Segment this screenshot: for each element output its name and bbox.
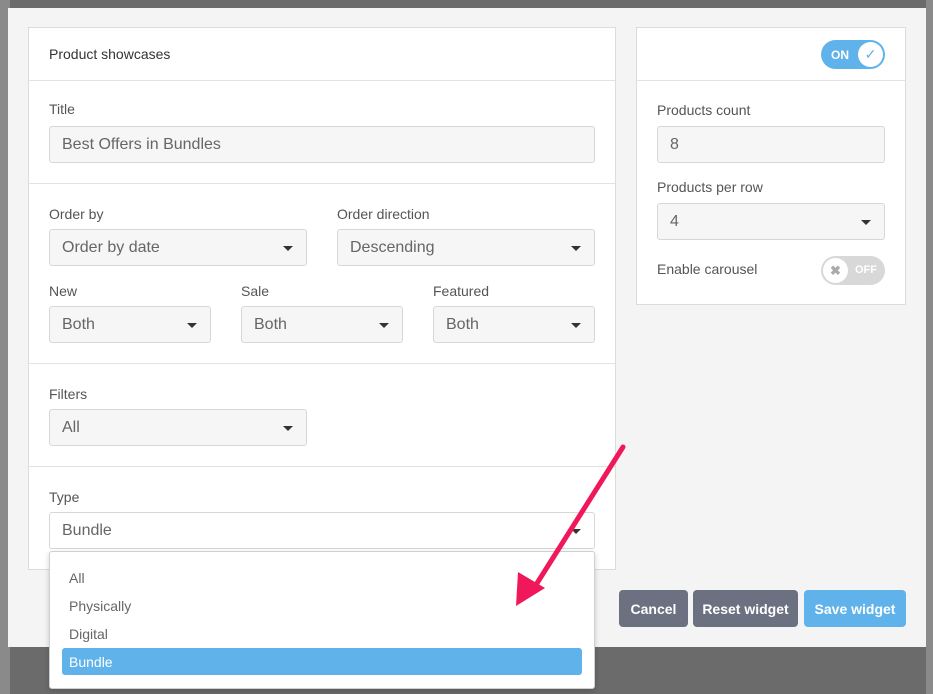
toggle-on-label: ON (831, 48, 849, 62)
products-count-input[interactable]: 8 (657, 126, 885, 163)
order-direction-select[interactable]: Descending (337, 229, 595, 266)
featured-value: Both (446, 315, 479, 333)
caret-down-icon (379, 323, 389, 328)
sale-select[interactable]: Both (241, 306, 403, 343)
new-label: New (49, 283, 78, 299)
sale-label: Sale (241, 283, 270, 299)
order-by-label: Order by (49, 206, 104, 222)
order-direction-value: Descending (350, 238, 435, 256)
filters-select[interactable]: All (49, 409, 307, 446)
card-title: Product showcases (29, 28, 615, 81)
toggle-off-label: OFF (855, 264, 877, 276)
caret-down-icon (571, 323, 581, 328)
filters-label: Filters (49, 386, 88, 402)
check-icon: ✓ (858, 42, 883, 67)
type-option-digital[interactable]: Digital (62, 620, 582, 647)
enable-carousel-label: Enable carousel (657, 261, 758, 277)
save-widget-button[interactable]: Save widget (804, 590, 906, 627)
settings-header: ON ✓ (637, 28, 905, 81)
enable-carousel-toggle[interactable]: ✖ OFF (821, 256, 885, 285)
type-option-all[interactable]: All (62, 564, 582, 591)
order-direction-label: Order direction (337, 206, 430, 222)
sale-value: Both (254, 315, 287, 333)
products-per-row-label: Products per row (657, 179, 763, 195)
type-label: Type (49, 489, 80, 505)
caret-down-icon (283, 426, 293, 431)
title-label: Title (49, 101, 75, 117)
filters-value: All (62, 418, 80, 436)
products-per-row-select[interactable]: 4 (657, 203, 885, 240)
cancel-button[interactable]: Cancel (619, 590, 688, 627)
caret-down-icon (187, 323, 197, 328)
order-section: Order by Order by date Order direction D… (29, 184, 615, 364)
product-showcases-card: Product showcases Title Best Offers in B… (28, 27, 616, 570)
widget-enabled-toggle[interactable]: ON ✓ (821, 40, 885, 69)
filters-section: Filters All (29, 364, 615, 467)
type-select[interactable]: Bundle (49, 512, 595, 549)
products-count-label: Products count (657, 102, 751, 118)
order-by-value: Order by date (62, 238, 160, 256)
title-section: Title Best Offers in Bundles (29, 81, 615, 184)
caret-down-icon (861, 220, 871, 225)
order-by-select[interactable]: Order by date (49, 229, 307, 266)
caret-down-icon (571, 246, 581, 251)
products-per-row-value: 4 (670, 212, 679, 230)
background-page-right (926, 0, 933, 694)
caret-down-icon (283, 246, 293, 251)
type-value: Bundle (62, 521, 112, 539)
new-value: Both (62, 315, 95, 333)
featured-label: Featured (433, 283, 490, 299)
type-option-bundle[interactable]: Bundle (62, 648, 582, 675)
caret-down-icon (571, 529, 581, 534)
featured-select[interactable]: Both (433, 306, 595, 343)
type-option-physically[interactable]: Physically (62, 592, 582, 619)
new-select[interactable]: Both (49, 306, 211, 343)
x-icon: ✖ (823, 258, 848, 283)
display-settings-card: ON ✓ Products count 8 Products per row 4… (636, 27, 906, 305)
reset-widget-button[interactable]: Reset widget (693, 590, 798, 627)
type-dropdown-menu: All Physically Digital Bundle (49, 551, 595, 689)
title-input[interactable]: Best Offers in Bundles (49, 126, 595, 163)
